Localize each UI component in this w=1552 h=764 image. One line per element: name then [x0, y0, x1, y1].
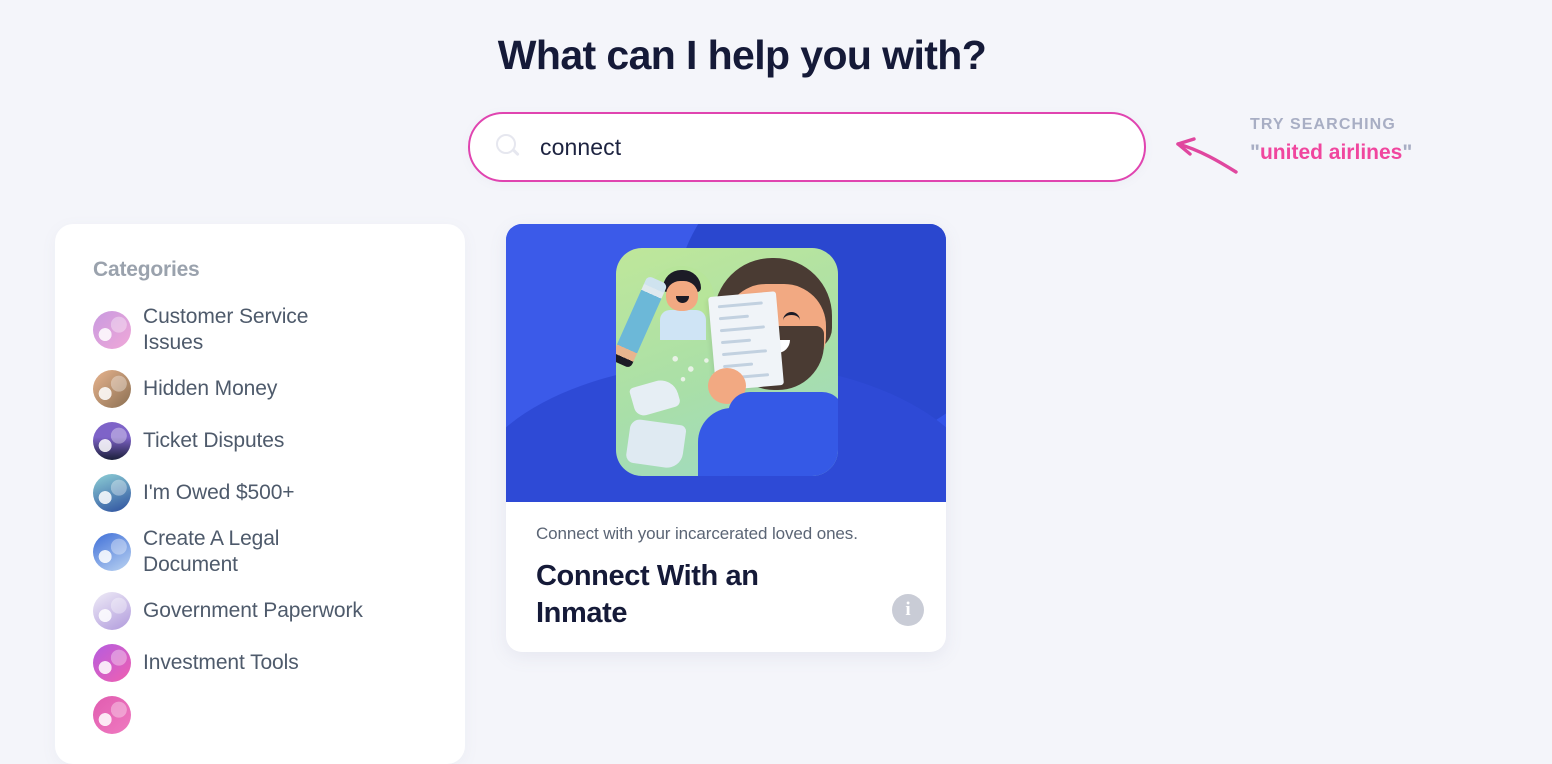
categories-panel: Categories Customer Service Issues Hidde…: [55, 224, 465, 764]
quote-open: ": [1250, 141, 1260, 164]
curved-left-arrow-icon: [1176, 137, 1238, 174]
sidebar-item-label: Create A Legal Document: [143, 527, 280, 577]
result-card-body: Connect with your incarcerated loved one…: [506, 502, 946, 652]
search-input[interactable]: connect: [468, 112, 1146, 182]
sidebar-item-im-owed-500[interactable]: I'm Owed $500+: [93, 474, 465, 513]
categories-heading: Categories: [93, 258, 200, 281]
sidebar-item-label: Hidden Money: [143, 377, 278, 401]
customer-service-icon: [93, 311, 131, 350]
money-bank-icon: [93, 474, 131, 513]
result-card-title: Connect With an Inmate: [536, 560, 759, 630]
search-input-value: connect: [540, 133, 622, 160]
try-searching-query: "united airlines": [1250, 141, 1412, 165]
sidebar-item-hidden-money[interactable]: Hidden Money: [93, 370, 465, 409]
sidebar-item-label: Ticket Disputes: [143, 429, 285, 453]
sidebar-item-label: Investment Tools: [143, 651, 299, 675]
suggested-term: united airlines: [1259, 141, 1403, 164]
sidebar-item-partial[interactable]: [93, 696, 465, 735]
sidebar-item-create-a-legal-document[interactable]: Create A Legal Document: [93, 526, 465, 578]
sidebar-item-investment-tools[interactable]: Investment Tools: [93, 644, 465, 683]
legal-document-icon: [93, 533, 131, 572]
sidebar-item-label: Government Paperwork: [143, 599, 363, 623]
government-paperwork-icon: [93, 592, 131, 631]
page-title: What can I help you with?: [497, 32, 987, 78]
result-card-subtitle: Connect with your incarcerated loved one…: [536, 524, 858, 543]
ticket-car-icon: [93, 422, 131, 461]
search-icon: [496, 134, 522, 160]
sidebar-item-government-paperwork[interactable]: Government Paperwork: [93, 592, 465, 631]
investment-tools-icon: [93, 644, 131, 683]
partial-category-icon: [93, 696, 131, 735]
sidebar-item-customer-service-issues[interactable]: Customer Service Issues: [93, 304, 465, 356]
sidebar-item-label: I'm Owed $500+: [143, 481, 295, 505]
info-icon[interactable]: i: [892, 594, 924, 626]
result-card-connect-with-an-inmate[interactable]: Connect with your incarcerated loved one…: [506, 224, 946, 652]
search-row: connect TRY SEARCHING "united airlines": [468, 112, 1412, 182]
quote-close: ": [1402, 141, 1413, 164]
sidebar-item-ticket-disputes[interactable]: Ticket Disputes: [93, 422, 465, 461]
sidebar-item-label: Customer Service Issues: [143, 305, 309, 355]
inmate-letter-illustration: [506, 224, 946, 502]
treasure-chest-icon: [93, 370, 131, 409]
try-searching-label: TRY SEARCHING: [1250, 116, 1396, 133]
try-searching-hint: TRY SEARCHING "united airlines": [1168, 112, 1412, 174]
